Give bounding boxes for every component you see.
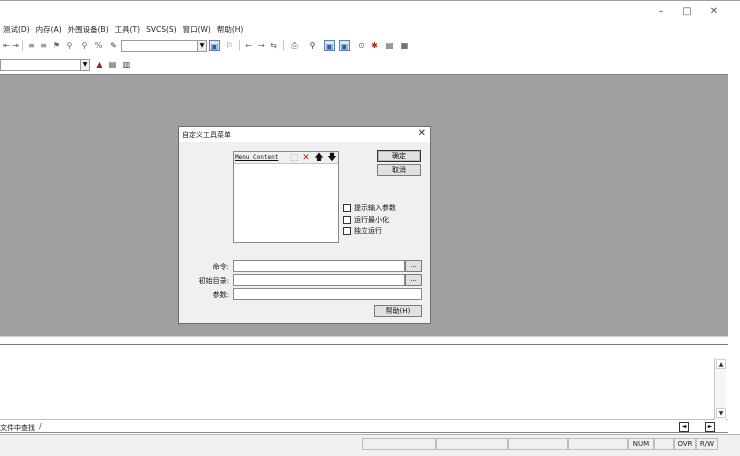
- output-pane: [0, 344, 728, 420]
- menu-content-header: Menu Content ⬚ ✕ 🡅 🡇: [234, 152, 338, 164]
- menu-window[interactable]: 窗口(W): [180, 24, 214, 35]
- replace-icon[interactable]: ⚲: [79, 40, 90, 51]
- minimize-button[interactable]: –: [648, 4, 674, 20]
- uncomment-icon[interactable]: ≡: [38, 40, 49, 51]
- dialog-close-button[interactable]: ✕: [418, 128, 426, 139]
- chevron-down-icon[interactable]: ▼: [197, 41, 206, 51]
- run-independent-label: 独立运行: [354, 227, 382, 235]
- run-independent-checkbox[interactable]: [343, 227, 351, 235]
- find-next-icon[interactable]: ✎: [108, 40, 119, 51]
- menu-svcs[interactable]: SVCS(S): [143, 25, 180, 34]
- config-combo[interactable]: ▼: [0, 59, 90, 71]
- menu-debug[interactable]: 测试(D): [0, 24, 33, 35]
- output-vertical-scrollbar[interactable]: ▲ ▼: [714, 358, 726, 420]
- status-bar: NUM OVR R/W: [0, 434, 740, 456]
- move-up-icon[interactable]: 🡅: [314, 153, 324, 163]
- overwrite-indicator: OVR: [674, 438, 696, 450]
- main-toolbar: ⇤ ⇥ ≡ ≡ ⚑ ⚲ ⚲ % ✎ ▼ ▣ ⚐ ← → ⇆ ⎙ ⚲ ▣ ▣ ⊙ …: [0, 37, 740, 55]
- status-pane: [654, 438, 674, 450]
- customize-tools-dialog: 自定义工具菜单 ✕ Menu Content ⬚ ✕ 🡅 🡇 确定 取消 提示输…: [178, 126, 431, 324]
- compile-icon[interactable]: ▥: [121, 59, 132, 70]
- menu-content-list[interactable]: Menu Content ⬚ ✕ 🡅 🡇: [233, 151, 339, 243]
- find-icon[interactable]: ⚲: [64, 40, 75, 51]
- cancel-button[interactable]: 取消: [377, 164, 421, 176]
- run-minimized-checkbox[interactable]: [343, 216, 351, 224]
- arguments-field[interactable]: [233, 288, 422, 300]
- initial-dir-browse-button[interactable]: ...: [405, 274, 422, 286]
- new-item-icon[interactable]: ⬚: [289, 153, 299, 163]
- move-down-icon[interactable]: 🡇: [327, 153, 337, 163]
- breakpoint-icon[interactable]: ✱: [369, 40, 380, 51]
- num-lock-indicator: NUM: [628, 438, 654, 450]
- build-all-icon[interactable]: ▤: [107, 59, 118, 70]
- dialog-title-bar: 自定义工具菜单 ✕: [179, 127, 430, 142]
- initial-dir-label: 初始目录:: [198, 277, 229, 285]
- option-prompt-args[interactable]: 提示输入参数: [343, 203, 396, 213]
- watch-icon[interactable]: ⊙: [356, 40, 367, 51]
- tab-divider: /: [39, 422, 42, 431]
- back-icon[interactable]: ←: [243, 40, 254, 51]
- help-button[interactable]: 帮助(H): [374, 305, 422, 317]
- register-icon[interactable]: ▤: [384, 40, 395, 51]
- memory-icon[interactable]: ▦: [399, 40, 410, 51]
- run-minimized-label: 运行最小化: [354, 216, 389, 224]
- menu-bar: 测试(D) 内存(A) 外围设备(B) 工具(T) SVCS(S) 窗口(W) …: [0, 22, 246, 36]
- maximize-button[interactable]: □: [674, 4, 700, 20]
- scroll-right-button[interactable]: ►: [705, 422, 715, 432]
- status-pane: [508, 438, 568, 450]
- scroll-up-button[interactable]: ▲: [716, 359, 726, 369]
- scroll-down-button[interactable]: ▼: [716, 408, 726, 418]
- bookmark-next-icon[interactable]: ⚐: [224, 40, 235, 51]
- status-pane: [568, 438, 628, 450]
- prompt-args-checkbox[interactable]: [343, 204, 351, 212]
- arguments-label: 参数:: [212, 291, 229, 299]
- find-combo[interactable]: ▼: [121, 40, 207, 52]
- toggle-window-2-icon[interactable]: ▣: [339, 40, 350, 51]
- tab-find-in-files[interactable]: 文件中查找: [0, 423, 35, 433]
- toolbar-separator: [239, 40, 240, 51]
- find-toolbar-icon[interactable]: ▣: [209, 40, 220, 51]
- menu-help[interactable]: 帮助(H): [214, 24, 247, 35]
- chevron-down-icon[interactable]: ▼: [80, 60, 89, 70]
- delete-item-icon[interactable]: ✕: [301, 153, 311, 163]
- prompt-args-label: 提示输入参数: [354, 204, 396, 212]
- comment-icon[interactable]: ≡: [26, 40, 37, 51]
- find-in-files-icon[interactable]: %: [93, 40, 104, 51]
- option-run-independent[interactable]: 独立运行: [343, 226, 382, 236]
- zoom-icon[interactable]: ⚲: [307, 40, 318, 51]
- dialog-title: 自定义工具菜单: [182, 131, 231, 139]
- close-button[interactable]: ✕: [701, 4, 727, 20]
- output-tab-strip: 文件中查找 / ◄ ►: [0, 421, 728, 433]
- toolbar-separator: [22, 40, 23, 51]
- option-run-minimized[interactable]: 运行最小化: [343, 215, 389, 225]
- outdent-icon[interactable]: ⇥: [10, 40, 21, 51]
- menu-peripherals[interactable]: 外围设备(B): [65, 24, 112, 35]
- menu-content-label: Menu Content: [235, 154, 279, 161]
- navigate-icon[interactable]: ⇆: [268, 40, 279, 51]
- menu-memory[interactable]: 内存(A): [33, 24, 65, 35]
- command-label: 命令:: [212, 263, 229, 271]
- toolbar-separator: [283, 40, 284, 51]
- title-bar: – □ ✕: [0, 0, 740, 22]
- bookmark-icon[interactable]: ⚑: [51, 40, 62, 51]
- command-field[interactable]: [233, 260, 405, 272]
- toggle-window-icon[interactable]: ▣: [324, 40, 335, 51]
- menu-tools[interactable]: 工具(T): [112, 24, 143, 35]
- secondary-toolbar: ▼ ▲ ▤ ▥: [0, 56, 740, 74]
- status-pane: [362, 438, 436, 450]
- read-write-indicator: R/W: [696, 438, 718, 450]
- initial-dir-field[interactable]: [233, 274, 405, 286]
- scroll-left-button[interactable]: ◄: [679, 422, 689, 432]
- build-icon[interactable]: ▲: [94, 59, 105, 70]
- command-browse-button[interactable]: ...: [405, 260, 422, 272]
- print-icon[interactable]: ⎙: [289, 40, 300, 51]
- ok-button[interactable]: 确定: [377, 150, 421, 162]
- status-pane: [436, 438, 508, 450]
- forward-icon[interactable]: →: [256, 40, 267, 51]
